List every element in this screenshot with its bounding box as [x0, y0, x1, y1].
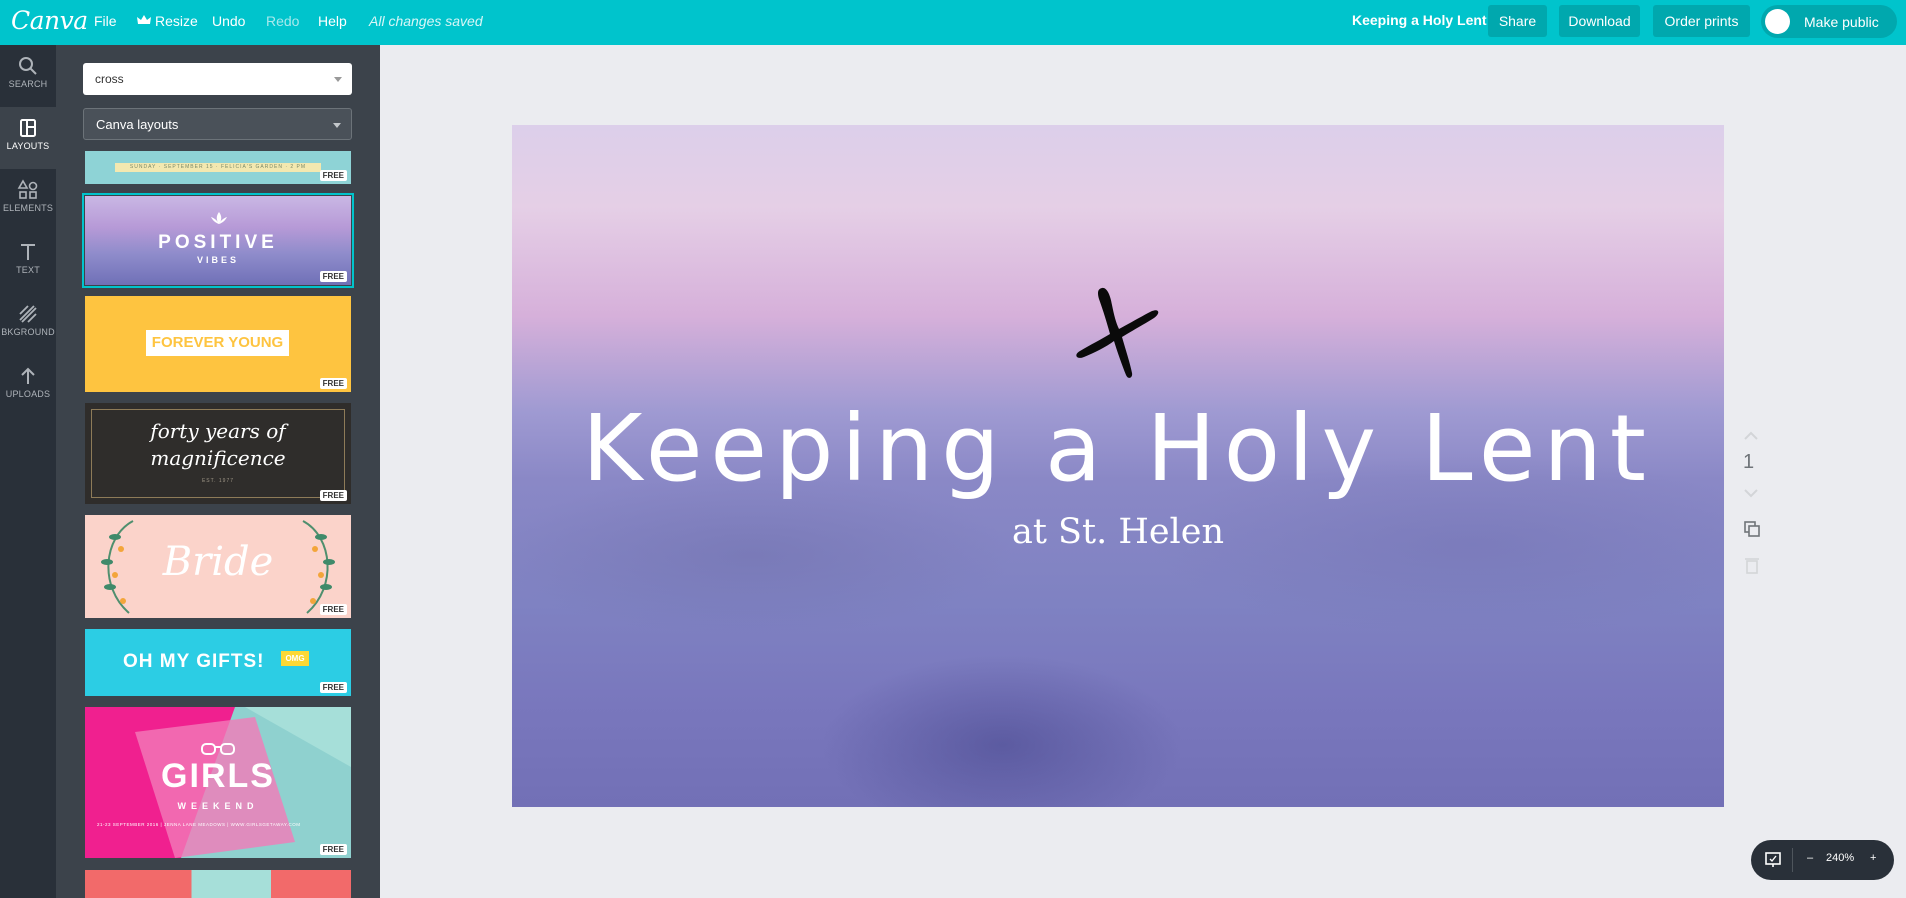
file-menu[interactable]: File	[94, 13, 117, 29]
free-badge: FREE	[319, 271, 347, 282]
search-icon	[19, 57, 37, 75]
canva-logo[interactable]: Canva	[11, 6, 88, 35]
make-public-toggle[interactable]: Make public	[1761, 5, 1897, 38]
toggle-knob	[1765, 9, 1790, 34]
rail-label: UPLOADS	[5, 389, 51, 399]
layout-thumbnail[interactable]: SUNDAY · SEPTEMBER 15 · FELICIA'S GARDEN…	[85, 151, 351, 184]
layout-thumbnail[interactable]: GIRLS WEEKEND 21-23 SEPTEMBER 2016 | JEN…	[85, 707, 351, 858]
free-badge: FREE	[319, 378, 347, 389]
download-button[interactable]: Download	[1559, 5, 1640, 37]
elements-icon	[17, 179, 38, 199]
free-badge: FREE	[319, 490, 347, 501]
cross-graphic[interactable]	[1072, 285, 1162, 380]
rail-uploads[interactable]: UPLOADS	[0, 355, 56, 417]
thumb-footer: 21-23 SEPTEMBER 2016 | JENNA LANE MEADOW…	[97, 822, 301, 827]
chevron-down-icon	[333, 123, 341, 128]
divider	[1792, 848, 1793, 872]
layout-thumbnail[interactable]: Bride FREE	[85, 515, 351, 618]
resize-label: Resize	[155, 13, 198, 29]
design-title[interactable]: Keeping a Holy Lent	[1352, 12, 1487, 28]
layout-filter-select[interactable]: Canva layouts	[83, 108, 352, 140]
thumb-subtitle: WEEKEND	[177, 801, 259, 811]
rail-elements[interactable]: ELEMENTS	[0, 169, 56, 231]
chevron-down-icon	[334, 77, 342, 82]
free-badge: FREE	[319, 844, 347, 855]
layout-thumbnail[interactable]: OH MY GIFTS! OMG FREE	[85, 629, 351, 696]
layouts-panel: cross Canva layouts SUNDAY · SEPTEMBER 1…	[56, 45, 380, 898]
filter-value: Canva layouts	[96, 117, 179, 132]
duplicate-page-icon[interactable]	[1743, 520, 1761, 538]
design-subheadline[interactable]: at St. Helen	[512, 512, 1724, 552]
rail-label: LAYOUTS	[6, 141, 50, 151]
thumb-line: magnificence	[150, 446, 286, 470]
sunglasses-icon	[201, 743, 235, 755]
save-status: All changes saved	[369, 13, 483, 29]
search-input[interactable]: cross	[83, 63, 352, 95]
zoom-out-button[interactable]: –	[1807, 852, 1813, 864]
move-page-up-icon[interactable]	[1743, 431, 1759, 441]
design-headline[interactable]: Keeping a Holy Lent	[512, 395, 1724, 502]
page-number: 1	[1743, 451, 1755, 473]
thumb-subtitle: VIBES	[196, 255, 239, 265]
lotus-icon	[211, 212, 227, 224]
undo-button[interactable]: Undo	[212, 13, 245, 29]
thumb-line: forty years of	[150, 419, 286, 443]
move-page-down-icon[interactable]	[1743, 488, 1759, 498]
help-menu[interactable]: Help	[318, 13, 347, 29]
order-prints-button[interactable]: Order prints	[1653, 5, 1750, 37]
thumb-title: OH MY GIFTS!	[123, 651, 265, 672]
rail-label: SEARCH	[8, 79, 48, 89]
make-public-label: Make public	[1804, 14, 1879, 30]
upload-icon	[21, 367, 35, 384]
rail-search[interactable]: SEARCH	[0, 45, 56, 107]
design-canvas[interactable]: Keeping a Holy Lent at St. Helen	[512, 125, 1724, 807]
top-bar: Canva File Resize Undo Redo Help All cha…	[0, 0, 1906, 45]
zoom-in-button[interactable]: +	[1870, 852, 1876, 864]
thumb-small: EST. 1977	[201, 478, 235, 484]
presentation-icon[interactable]	[1764, 851, 1782, 869]
resize-button[interactable]: Resize	[137, 13, 198, 29]
layout-thumbnail[interactable]: FOREVER YOUNG FREE	[85, 296, 351, 392]
rail-background[interactable]: BKGROUND	[0, 293, 56, 355]
free-badge: FREE	[319, 682, 347, 693]
side-rail: SEARCH LAYOUTS ELEMENTS TEXT BKGROUND UP…	[0, 45, 56, 898]
zoom-level[interactable]: 240%	[1826, 852, 1854, 864]
text-icon	[21, 244, 35, 260]
layout-thumbnail[interactable]	[85, 870, 351, 898]
rail-layouts[interactable]: LAYOUTS	[0, 107, 56, 169]
rail-label: ELEMENTS	[2, 203, 54, 213]
layout-thumbnail[interactable]: forty years of magnificence EST. 1977 FR…	[85, 403, 351, 504]
rail-label: TEXT	[16, 265, 40, 275]
rail-label: BKGROUND	[1, 327, 55, 337]
share-button[interactable]: Share	[1488, 5, 1547, 37]
crown-icon	[137, 13, 151, 29]
thumb-tag: OMG	[281, 651, 309, 666]
search-value: cross	[95, 72, 124, 86]
redo-button[interactable]: Redo	[266, 13, 299, 29]
delete-page-icon[interactable]	[1744, 556, 1760, 574]
thumb-title: FOREVER YOUNG	[146, 330, 289, 356]
zoom-controls: – 240% +	[1751, 840, 1894, 880]
free-badge: FREE	[319, 170, 347, 181]
thumb-title: POSITIVE	[158, 232, 278, 253]
thumb-title: GIRLS	[161, 757, 275, 795]
free-badge: FREE	[319, 604, 347, 615]
layout-thumbnail-selected[interactable]: POSITIVE VIBES FREE	[82, 193, 354, 288]
thumb-title: Bride	[162, 539, 274, 585]
background-icon	[19, 305, 37, 323]
rail-text[interactable]: TEXT	[0, 231, 56, 293]
layouts-icon	[20, 119, 36, 137]
thumb-text: SUNDAY · SEPTEMBER 15 · FELICIA'S GARDEN…	[129, 164, 307, 170]
